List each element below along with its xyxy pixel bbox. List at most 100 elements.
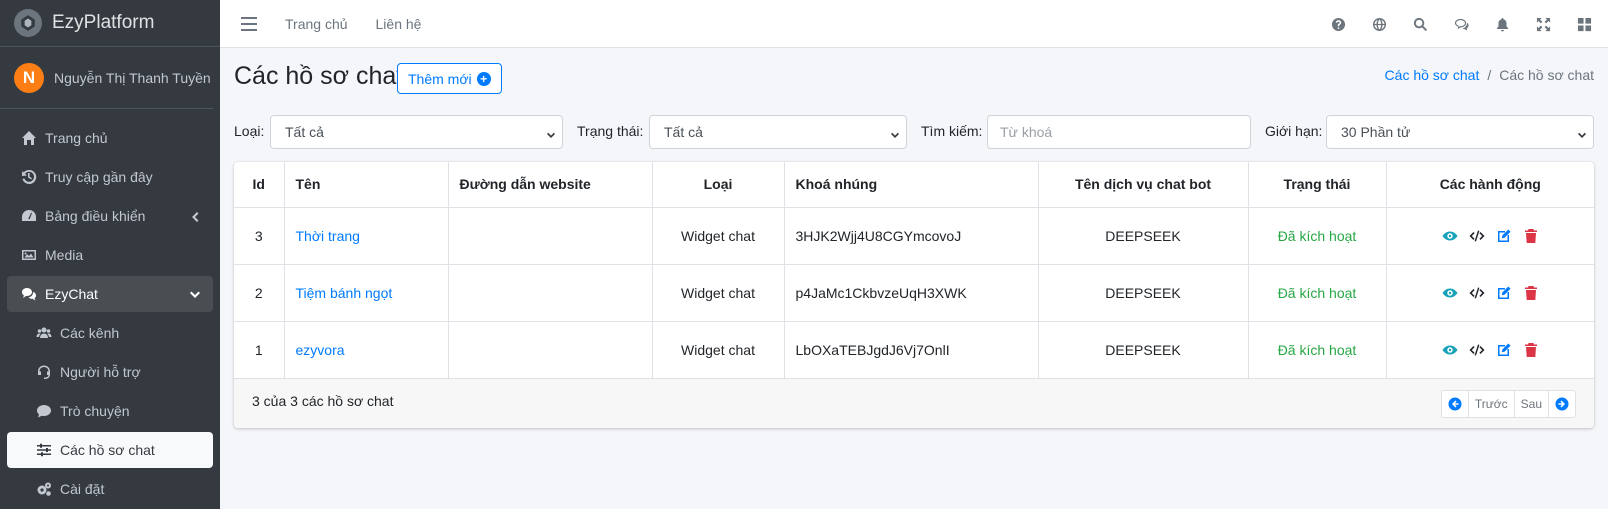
globe-icon[interactable] (1369, 14, 1389, 34)
sidebar-item-channels[interactable]: Các kênh (7, 315, 213, 351)
embed-code-icon[interactable] (1469, 342, 1485, 358)
column-header-embed-key[interactable]: Khoá nhúng (784, 162, 1039, 208)
last-page-arrow-right-icon[interactable] (1549, 391, 1575, 417)
delete-trash-icon[interactable] (1523, 285, 1539, 301)
sidebar-item-home[interactable]: Trang chủ (7, 120, 213, 156)
sidebar-item-label: EzyChat (45, 286, 98, 302)
cell-website (448, 207, 653, 265)
sidebar-item-dashboard[interactable]: Bảng điều khiển (7, 198, 213, 234)
sidebar-item-label: Trò chuyện (60, 403, 130, 419)
bell-icon[interactable] (1492, 14, 1512, 34)
edit-icon[interactable] (1496, 342, 1512, 358)
brand-name: EzyPlatform (52, 12, 155, 33)
view-eye-icon[interactable] (1442, 228, 1458, 244)
menu-toggle-icon[interactable] (241, 16, 257, 31)
edit-icon[interactable] (1496, 228, 1512, 244)
breadcrumb-parent-link[interactable]: Các hồ sơ chat (1385, 67, 1480, 83)
sidebar-item-label: Truy cập gần đây (45, 169, 153, 185)
limit-filter-select[interactable]: 30 Phần tử (1326, 115, 1594, 149)
cell-type: Widget chat (652, 264, 785, 322)
status-filter-select[interactable]: Tất cả (649, 115, 907, 149)
view-eye-icon[interactable] (1442, 342, 1458, 358)
breadcrumb: Các hồ sơ chat / Các hồ sơ chat (1385, 67, 1594, 83)
sidebar-item-label: Media (45, 247, 84, 263)
topbar-icons (1307, 14, 1594, 34)
column-header-bot-service[interactable]: Tên dịch vụ chat bot (1038, 162, 1249, 208)
add-new-button[interactable]: Thêm mới + (397, 63, 502, 94)
brand-link[interactable]: EzyPlatform (0, 0, 220, 47)
table-footer: 3 của 3 các hồ sơ chat Trước Sau (234, 378, 1594, 428)
comments-icon (19, 286, 39, 302)
cell-type: Widget chat (652, 321, 785, 379)
headset-icon (34, 364, 54, 380)
column-header-name[interactable]: Tên (284, 162, 449, 208)
sidebar-item-recent[interactable]: Truy cập gần đây (7, 159, 213, 195)
row-actions (1398, 342, 1584, 358)
chat-profiles-card: Id Tên Đường dẫn website Loại Khoá nhúng… (234, 162, 1594, 428)
edit-icon[interactable] (1496, 285, 1512, 301)
page-title: Các hồ sơ chat (234, 62, 404, 90)
profile-name-link[interactable]: ezyvora (296, 342, 345, 358)
embed-code-icon[interactable] (1469, 285, 1485, 301)
help-icon[interactable] (1328, 14, 1348, 34)
user-panel[interactable]: N Nguyễn Thị Thanh Tuyền (0, 47, 213, 109)
search-label: Tìm kiếm: (921, 123, 983, 139)
column-header-id[interactable]: Id (234, 162, 285, 208)
sidebar-item-label: Các kênh (60, 325, 120, 341)
view-eye-icon[interactable] (1442, 285, 1458, 301)
first-page-arrow-left-icon[interactable] (1442, 391, 1469, 417)
comment-icon (34, 403, 54, 419)
search-icon[interactable] (1410, 14, 1430, 34)
status-badge: Đã kích hoạt (1248, 207, 1387, 265)
row-actions (1398, 285, 1584, 301)
table-row: 3 Thời trang Widget chat 3HJK2Wjj4U8CGYm… (234, 207, 1594, 265)
embed-code-icon[interactable] (1469, 228, 1485, 244)
breadcrumb-separator: / (1487, 67, 1492, 83)
sidebar-item-label: Trang chủ (45, 130, 108, 146)
user-name[interactable]: Nguyễn Thị Thanh Tuyền (54, 70, 211, 86)
cell-website (448, 321, 653, 379)
column-header-status[interactable]: Trạng thái (1248, 162, 1387, 208)
sidebar-item-media[interactable]: Media (7, 237, 213, 273)
profile-name-link[interactable]: Thời trang (296, 228, 360, 244)
prev-page-button[interactable]: Trước (1469, 391, 1515, 417)
topnav-contact-link[interactable]: Liên hệ (376, 16, 422, 32)
chevron-down-icon (1577, 128, 1587, 138)
sliders-icon (34, 442, 54, 458)
fullscreen-icon[interactable] (1533, 14, 1553, 34)
sidebar-item-supporters[interactable]: Người hỗ trợ (7, 354, 213, 390)
sidebar-item-ezychat[interactable]: EzyChat (7, 276, 213, 312)
pagination: Trước Sau (1440, 390, 1576, 418)
brand-logo-icon (14, 9, 42, 37)
type-filter-value: Tất cả (285, 124, 324, 140)
pagination-summary: 3 của 3 các hồ sơ chat (252, 393, 394, 409)
column-header-type[interactable]: Loại (652, 162, 785, 208)
delete-trash-icon[interactable] (1523, 342, 1539, 358)
next-page-button[interactable]: Sau (1515, 391, 1549, 417)
cell-embed-key: LbOXaTEBJgdJ6Vj7OnlI (784, 321, 1039, 379)
cell-bot-service: DEEPSEEK (1038, 264, 1249, 322)
table-header-row: Id Tên Đường dẫn website Loại Khoá nhúng… (234, 162, 1594, 208)
plus-circle-icon: + (476, 71, 491, 86)
limit-filter-label: Giới hạn: (1265, 123, 1323, 139)
delete-trash-icon[interactable] (1523, 228, 1539, 244)
row-actions (1398, 228, 1584, 244)
sidebar-item-settings[interactable]: Cài đặt (7, 471, 213, 507)
sidebar-item-chat-profiles[interactable]: Các hồ sơ chat (7, 432, 213, 468)
sidebar-item-label: Bảng điều khiển (45, 208, 146, 224)
column-header-website[interactable]: Đường dẫn website (448, 162, 653, 208)
topnav-home-link[interactable]: Trang chủ (285, 16, 348, 32)
top-navbar: Trang chủ Liên hệ (220, 0, 1608, 48)
messages-icon[interactable] (1451, 14, 1471, 34)
cell-website (448, 264, 653, 322)
type-filter-select[interactable]: Tất cả (270, 115, 563, 149)
profile-name-link[interactable]: Tiệm bánh ngọt (296, 285, 393, 301)
cell-embed-key: p4JaMc1CkbvzeUqH3XWK (784, 264, 1039, 322)
sidebar-item-label: Cài đặt (60, 481, 105, 497)
type-filter-label: Loại: (234, 123, 265, 139)
apps-grid-icon[interactable] (1574, 14, 1594, 34)
cell-id: 2 (234, 264, 285, 322)
sidebar-item-conversations[interactable]: Trò chuyện (7, 393, 213, 429)
search-input[interactable]: Từ khoá (987, 115, 1251, 149)
image-icon (19, 247, 39, 263)
